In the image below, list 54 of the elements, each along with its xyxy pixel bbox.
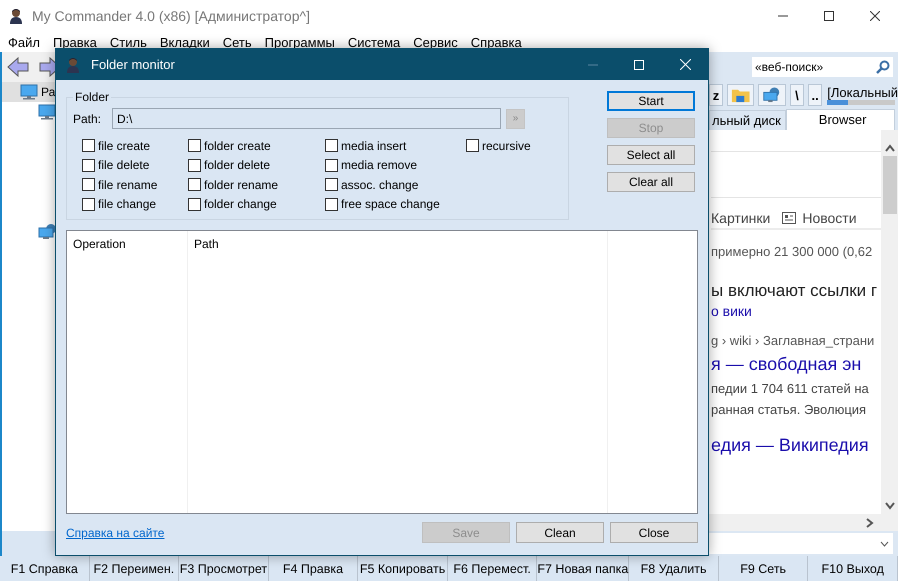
toolbar-button[interactable]: z [709,84,723,106]
result-title[interactable]: едия — Википедия [711,435,869,456]
checkbox-label: folder delete [204,158,270,172]
checkbox-label: file delete [98,158,150,172]
menu-item[interactable]: Вкладки [158,34,217,50]
nav-link[interactable]: Новости [802,210,857,226]
checkbox-label: folder create [204,138,271,153]
checkbox-label: media insert [341,138,406,153]
tab[interactable]: льный диск [709,110,786,130]
drive-label: [Локальный [827,85,898,100]
checkbox-label: free space change [341,197,440,212]
function-key-button[interactable]: F9 Сеть [718,556,808,581]
menu-item[interactable]: Программы [262,34,342,50]
menu-item[interactable]: Файл [6,34,47,50]
menu-item[interactable]: Справка [468,34,529,50]
action-button[interactable]: Close [610,522,698,543]
window-title: My Commander 4.0 (x86) [Администратор^] [32,8,311,24]
result-url: g › wiki › Заглавная_страни [711,333,874,348]
function-key-button[interactable]: F10 Выход [808,556,898,581]
result-url: примерно 21 300 000 (0,62 [711,244,872,259]
action-button[interactable]: Select all [607,145,695,165]
help-link[interactable]: Справка на сайте [66,526,164,540]
checkbox-label: folder change [204,197,277,212]
column-header[interactable]: Path [194,237,219,251]
path-field[interactable]: D:\ [112,108,501,129]
dialog-title: Folder monitor [91,57,176,72]
toolbar-button[interactable]: \ [790,84,804,106]
toolbar-button[interactable]: .. [808,84,822,106]
search-field[interactable]: «веб-поиск» [752,57,876,77]
nav-link[interactable]: Картинки [711,210,770,226]
menu-item[interactable]: Система [346,34,408,50]
result-snippet: педии 1 704 611 статей на [711,381,869,396]
checkbox-label: file create [98,138,150,153]
result-title[interactable]: я — свободная эн [711,354,862,375]
menu-item[interactable]: Сеть [220,34,259,50]
result-text: ы включают ссылки г [711,281,878,301]
action-button[interactable]: Clear all [607,172,695,192]
group-label: Folder [73,90,112,104]
result-link[interactable]: о вики [711,303,752,319]
checkbox-label: file rename [98,178,158,192]
checkbox-label: media remove [341,158,418,172]
menu-item[interactable]: Стиль [108,34,154,50]
checkbox-label: assoc. change [341,178,418,192]
checkbox-label: recursive [482,138,531,153]
action-button[interactable]: Start [607,91,695,111]
menu-item[interactable]: Правка [50,34,104,50]
action-button[interactable]: Clean [516,522,604,543]
result-snippet: ранная статья. Эволюция [711,402,866,417]
checkbox-label: file change [98,197,156,212]
checkbox-label: folder rename [204,178,278,192]
menu-item[interactable]: Сервис [411,34,465,50]
field-label: Path: [73,112,102,126]
tab[interactable]: Browser [786,109,896,130]
column-header[interactable]: Operation [73,237,126,251]
